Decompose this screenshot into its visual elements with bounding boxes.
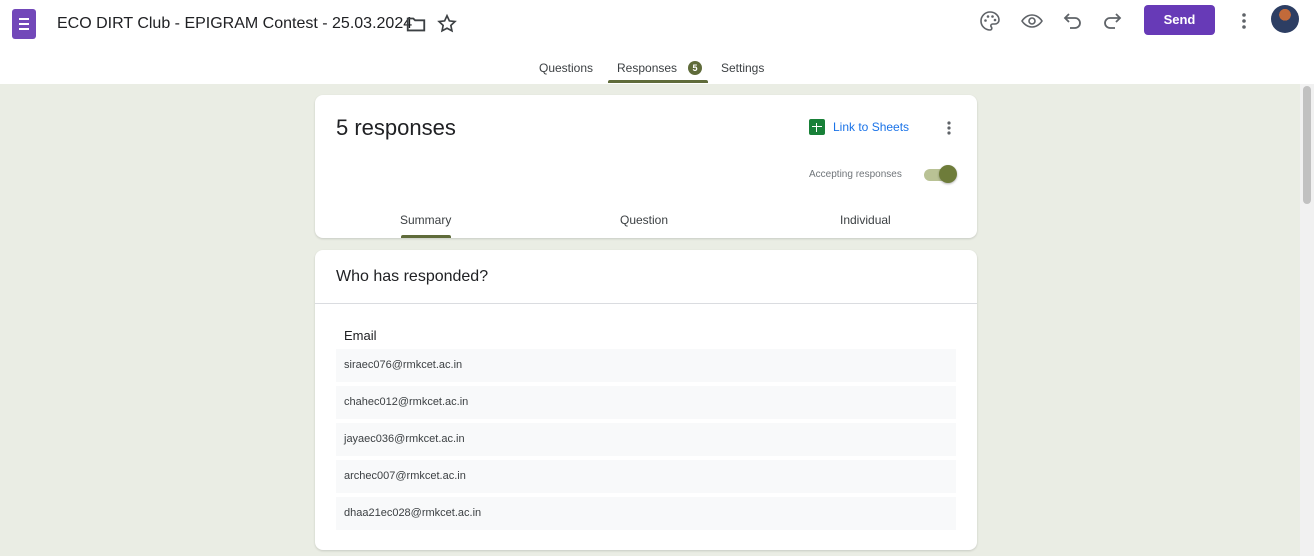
- move-to-folder-icon[interactable]: [405, 13, 427, 35]
- responses-count-badge: 5: [688, 61, 702, 75]
- top-app-bar: ECO DIRT Club - EPIGRAM Contest - 25.03.…: [0, 0, 1314, 84]
- more-options-icon[interactable]: [942, 118, 956, 138]
- divider: [315, 303, 977, 304]
- email-column-header: Email: [344, 328, 377, 343]
- subtab-summary[interactable]: Summary: [400, 213, 451, 227]
- tab-settings[interactable]: Settings: [721, 61, 764, 75]
- list-item[interactable]: archec007@rmkcet.ac.in: [336, 460, 956, 493]
- active-subtab-indicator: [401, 235, 451, 238]
- subtab-question[interactable]: Question: [620, 213, 668, 227]
- respondents-card: Who has responded? Email siraec076@rmkce…: [315, 250, 977, 550]
- respondent-email: archec007@rmkcet.ac.in: [344, 470, 466, 482]
- respondent-email: siraec076@rmkcet.ac.in: [344, 359, 463, 371]
- forms-list-icon[interactable]: [12, 9, 36, 39]
- subtab-individual[interactable]: Individual: [840, 213, 891, 227]
- avatar[interactable]: [1271, 5, 1299, 33]
- accepting-responses-label: Accepting responses: [809, 169, 902, 180]
- list-item[interactable]: dhaa21ec028@rmkcet.ac.in: [336, 497, 956, 530]
- respondent-email: chahec012@rmkcet.ac.in: [344, 396, 469, 408]
- palette-icon[interactable]: [978, 9, 1002, 33]
- send-button[interactable]: Send: [1144, 5, 1215, 35]
- more-vert-icon[interactable]: [1234, 9, 1254, 33]
- responses-count: 5 responses: [336, 115, 456, 140]
- respondent-email: dhaa21ec028@rmkcet.ac.in: [344, 507, 482, 519]
- sheets-icon: [809, 119, 825, 135]
- star-icon[interactable]: [436, 13, 458, 35]
- respondents-title: Who has responded?: [336, 268, 489, 285]
- link-to-sheets-label: Link to Sheets: [833, 120, 910, 134]
- tab-responses[interactable]: Responses: [617, 61, 677, 75]
- tab-questions[interactable]: Questions: [539, 61, 593, 75]
- list-item[interactable]: chahec012@rmkcet.ac.in: [336, 386, 956, 419]
- list-item[interactable]: jayaec036@rmkcet.ac.in: [336, 423, 956, 456]
- respondent-email: jayaec036@rmkcet.ac.in: [344, 433, 465, 445]
- preview-eye-icon[interactable]: [1020, 9, 1044, 33]
- toggle-knob[interactable]: [939, 165, 957, 183]
- scrollbar-thumb[interactable]: [1303, 86, 1311, 204]
- undo-icon[interactable]: [1061, 9, 1085, 33]
- responses-summary-card: 5 responses Link to Sheets Accepting res…: [315, 95, 977, 238]
- active-tab-indicator: [608, 80, 708, 83]
- form-title[interactable]: ECO DIRT Club - EPIGRAM Contest - 25.03.…: [57, 15, 412, 33]
- list-item[interactable]: siraec076@rmkcet.ac.in: [336, 349, 956, 382]
- redo-icon[interactable]: [1100, 9, 1124, 33]
